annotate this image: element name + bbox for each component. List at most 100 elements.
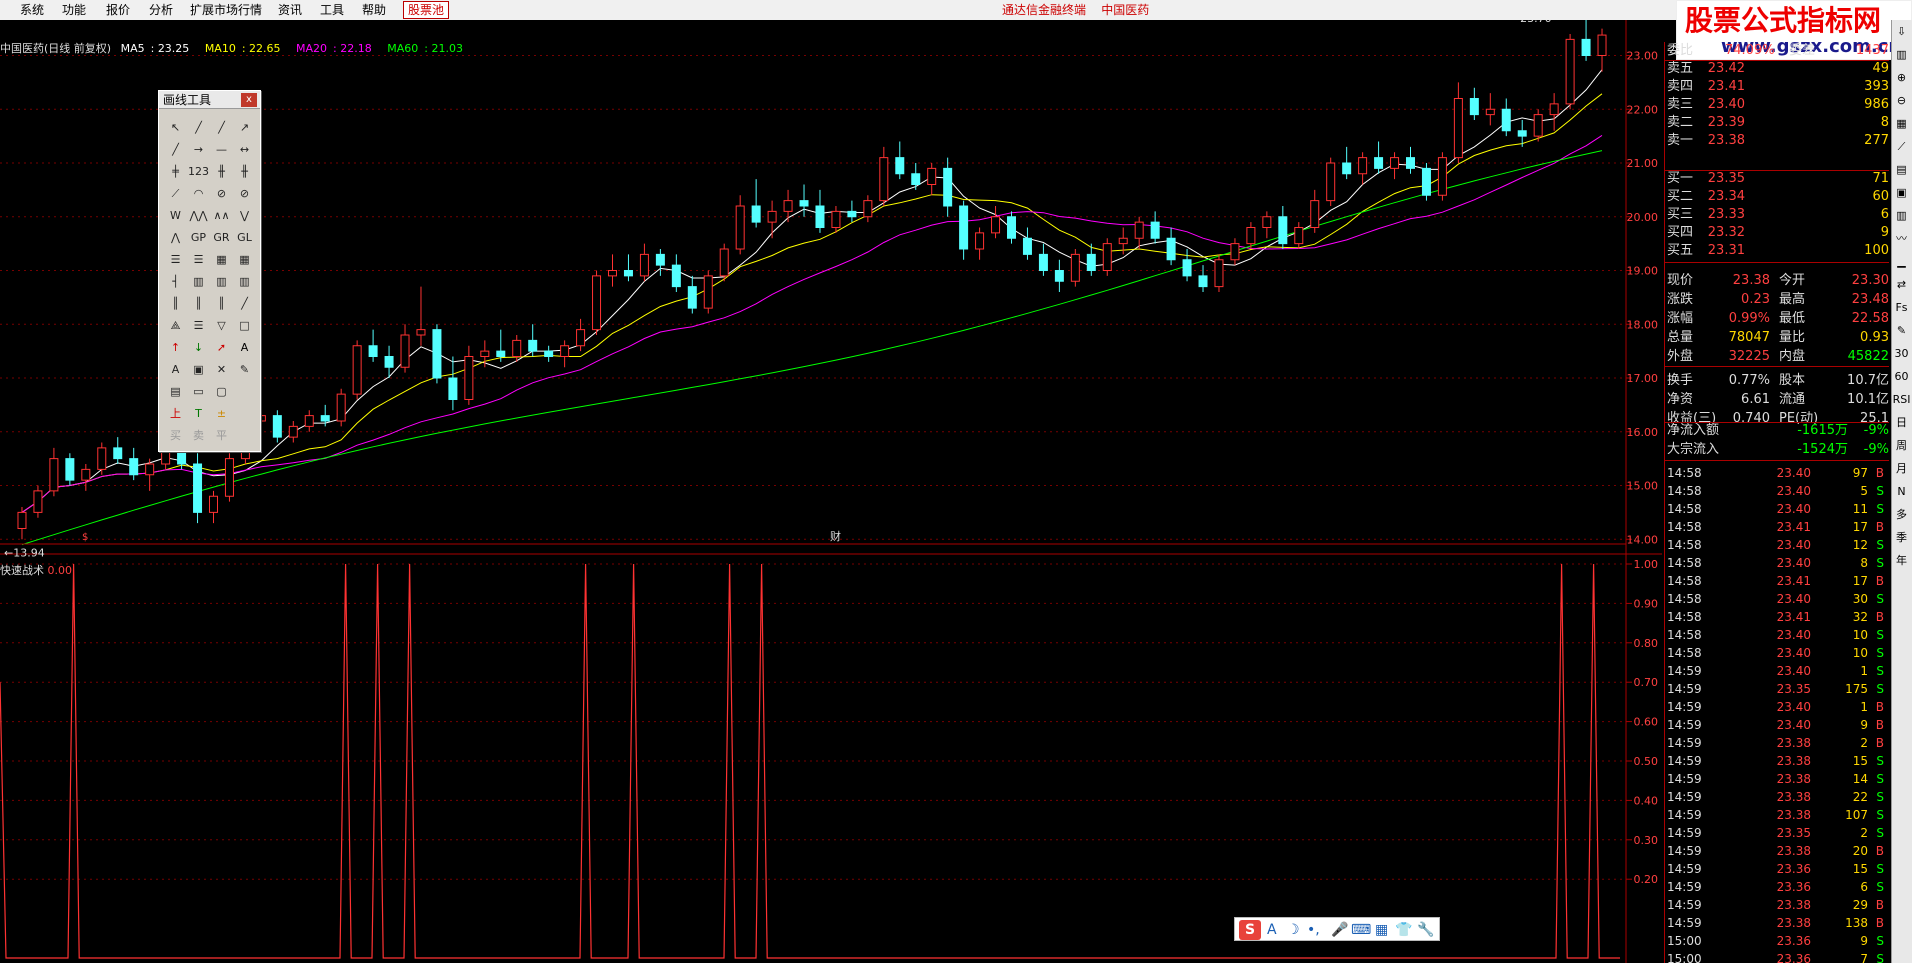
draw-tool-button[interactable]: ▣	[187, 359, 210, 381]
draw-tool-button[interactable]: ☰	[164, 249, 187, 271]
menu-tools[interactable]: 工具	[320, 2, 344, 18]
draw-tool-button[interactable]: ⟁	[164, 315, 187, 337]
trade-row[interactable]: 14:59 23.40 9 B	[1665, 716, 1889, 734]
trade-row[interactable]: 15:00 23.36 9 S	[1665, 932, 1889, 950]
draw-tool-button[interactable]: ✕	[210, 359, 233, 381]
draw-tool-button[interactable]: GL	[233, 227, 256, 249]
draw-tool-button[interactable]: →	[187, 139, 210, 161]
draw-tool-button[interactable]: ↗	[233, 117, 256, 139]
trade-row[interactable]: 14:59 23.40 1 B	[1665, 698, 1889, 716]
ma-icon[interactable]: 〰	[1892, 228, 1911, 250]
draw-tool-button[interactable]	[233, 381, 256, 403]
period-button-0[interactable]: 日	[1892, 412, 1911, 434]
drawing-tools-title[interactable]: 画线工具 x	[159, 91, 260, 109]
draw-tool-button[interactable]: 平	[210, 425, 233, 447]
trade-row[interactable]: 14:58 23.40 11 S	[1665, 500, 1889, 518]
down-arrow-icon[interactable]: ⇩	[1892, 21, 1911, 43]
draw-tool-button[interactable]: ☰	[187, 249, 210, 271]
grid-icon[interactable]: ▦	[1375, 920, 1388, 940]
draw-tool-button[interactable]	[233, 403, 256, 425]
zoom-out-icon[interactable]: ⊖	[1892, 90, 1911, 112]
draw-tool-button[interactable]: ╱	[210, 117, 233, 139]
draw-tool-button[interactable]: ↑	[164, 337, 187, 359]
draw-tool-button[interactable]: —	[210, 139, 233, 161]
draw-tool-button[interactable]: ↓	[187, 337, 210, 359]
close-icon[interactable]: x	[241, 93, 257, 107]
trade-row[interactable]: 15:00 23.36 7 S	[1665, 950, 1889, 963]
draw-tool-button[interactable]: ▽	[210, 315, 233, 337]
trade-row[interactable]: 14:58 23.40 97 B	[1665, 464, 1889, 482]
keyboard-icon[interactable]: ⌨	[1351, 920, 1371, 940]
trade-row[interactable]: 14:59 23.38 138 B	[1665, 914, 1889, 932]
draw-tool-button[interactable]: ╫	[233, 161, 256, 183]
draw-tool-button[interactable]: ╪	[164, 161, 187, 183]
period-button-2[interactable]: 月	[1892, 458, 1911, 480]
period-button-5[interactable]: 季	[1892, 527, 1911, 549]
draw-tool-button[interactable]: ⟋	[164, 183, 187, 205]
draw-tool-button[interactable]: ⋁	[233, 205, 256, 227]
chart-icon[interactable]: ▣	[1892, 182, 1911, 204]
grid-icon[interactable]: ▤	[1892, 159, 1911, 181]
fs-icon[interactable]: Fs	[1892, 297, 1911, 319]
trade-row[interactable]: 14:59 23.36 6 S	[1665, 878, 1889, 896]
draw-tool-button[interactable]: ╱	[164, 139, 187, 161]
pencil-icon[interactable]: ✎	[1892, 320, 1911, 342]
draw-tool-button[interactable]: ▦	[233, 249, 256, 271]
period-button-4[interactable]: 多	[1892, 504, 1911, 526]
period-button-3[interactable]: N	[1892, 481, 1911, 503]
draw-tool-button[interactable]: ║	[187, 293, 210, 315]
draw-tool-button[interactable]: ║	[164, 293, 187, 315]
skin-icon[interactable]: 👕	[1395, 920, 1412, 940]
trade-row[interactable]: 14:59 23.35 175 S	[1665, 680, 1889, 698]
trade-row[interactable]: 14:59 23.40 1 S	[1665, 662, 1889, 680]
period-button-1[interactable]: 周	[1892, 435, 1911, 457]
draw-tool-button[interactable]: ▭	[187, 381, 210, 403]
trade-row[interactable]: 14:58 23.40 30 S	[1665, 590, 1889, 608]
rsi-button[interactable]: RSI	[1892, 389, 1911, 411]
trade-row[interactable]: 14:59 23.38 2 B	[1665, 734, 1889, 752]
menu-quote[interactable]: 报价	[106, 2, 130, 18]
trade-row[interactable]: 14:59 23.38 14 S	[1665, 770, 1889, 788]
draw-tool-button[interactable]: W	[164, 205, 187, 227]
trend-icon[interactable]: ⟋	[1892, 136, 1911, 158]
draw-tool-button[interactable]: GP	[187, 227, 210, 249]
draw-tool-button[interactable]: ☰	[187, 315, 210, 337]
trade-row[interactable]: 14:59 23.38 22 S	[1665, 788, 1889, 806]
draw-tool-button[interactable]: 123	[187, 161, 210, 183]
ime-logo-icon[interactable]: S	[1239, 920, 1261, 940]
draw-tool-button[interactable]: □	[233, 315, 256, 337]
punctuation-icon[interactable]: •,	[1307, 920, 1320, 940]
draw-tool-button[interactable]: ⊘	[210, 183, 233, 205]
draw-tool-button[interactable]: 上	[164, 403, 187, 425]
period-button-6[interactable]: 年	[1892, 550, 1911, 572]
draw-tool-button[interactable]: ⊘	[233, 183, 256, 205]
draw-tool-button[interactable]: ▥	[210, 271, 233, 293]
draw-tool-button[interactable]: ↔	[233, 139, 256, 161]
compare-icon[interactable]: ⇄	[1892, 274, 1911, 296]
menu-function[interactable]: 功能	[62, 2, 86, 18]
draw-tool-button[interactable]	[233, 425, 256, 447]
settings-wrench-icon[interactable]: 🔧	[1417, 920, 1434, 940]
draw-tool-button[interactable]: 买	[164, 425, 187, 447]
trade-row[interactable]: 14:58 23.40 12 S	[1665, 536, 1889, 554]
trade-row[interactable]: 14:58 23.40 8 S	[1665, 554, 1889, 572]
draw-tool-button[interactable]: ✎	[233, 359, 256, 381]
draw-tool-button[interactable]: ┤	[164, 271, 187, 293]
trade-row[interactable]: 14:59 23.35 2 S	[1665, 824, 1889, 842]
trade-row[interactable]: 14:58 23.40 5 S	[1665, 482, 1889, 500]
stock-pool-button[interactable]: 股票池	[403, 1, 450, 19]
draw-tool-button[interactable]: ➚	[210, 337, 233, 359]
draw-tool-button[interactable]: ↖	[164, 117, 187, 139]
draw-tool-button[interactable]: ╫	[210, 161, 233, 183]
ime-mode-icon[interactable]: A	[1267, 920, 1277, 940]
draw-tool-button[interactable]: ∧∧	[210, 205, 233, 227]
volume-icon[interactable]: ▁	[1892, 251, 1911, 273]
menu-help[interactable]: 帮助	[362, 2, 386, 18]
draw-tool-button[interactable]: ⋀	[164, 227, 187, 249]
draw-tool-button[interactable]: ▦	[210, 249, 233, 271]
trade-row[interactable]: 14:59 23.36 15 S	[1665, 860, 1889, 878]
draw-tool-button[interactable]: GR	[210, 227, 233, 249]
draw-tool-button[interactable]: 卖	[187, 425, 210, 447]
draw-tool-button[interactable]: ⋀⋀	[187, 205, 210, 227]
menu-ext-market[interactable]: 扩展市场行情	[190, 2, 262, 18]
